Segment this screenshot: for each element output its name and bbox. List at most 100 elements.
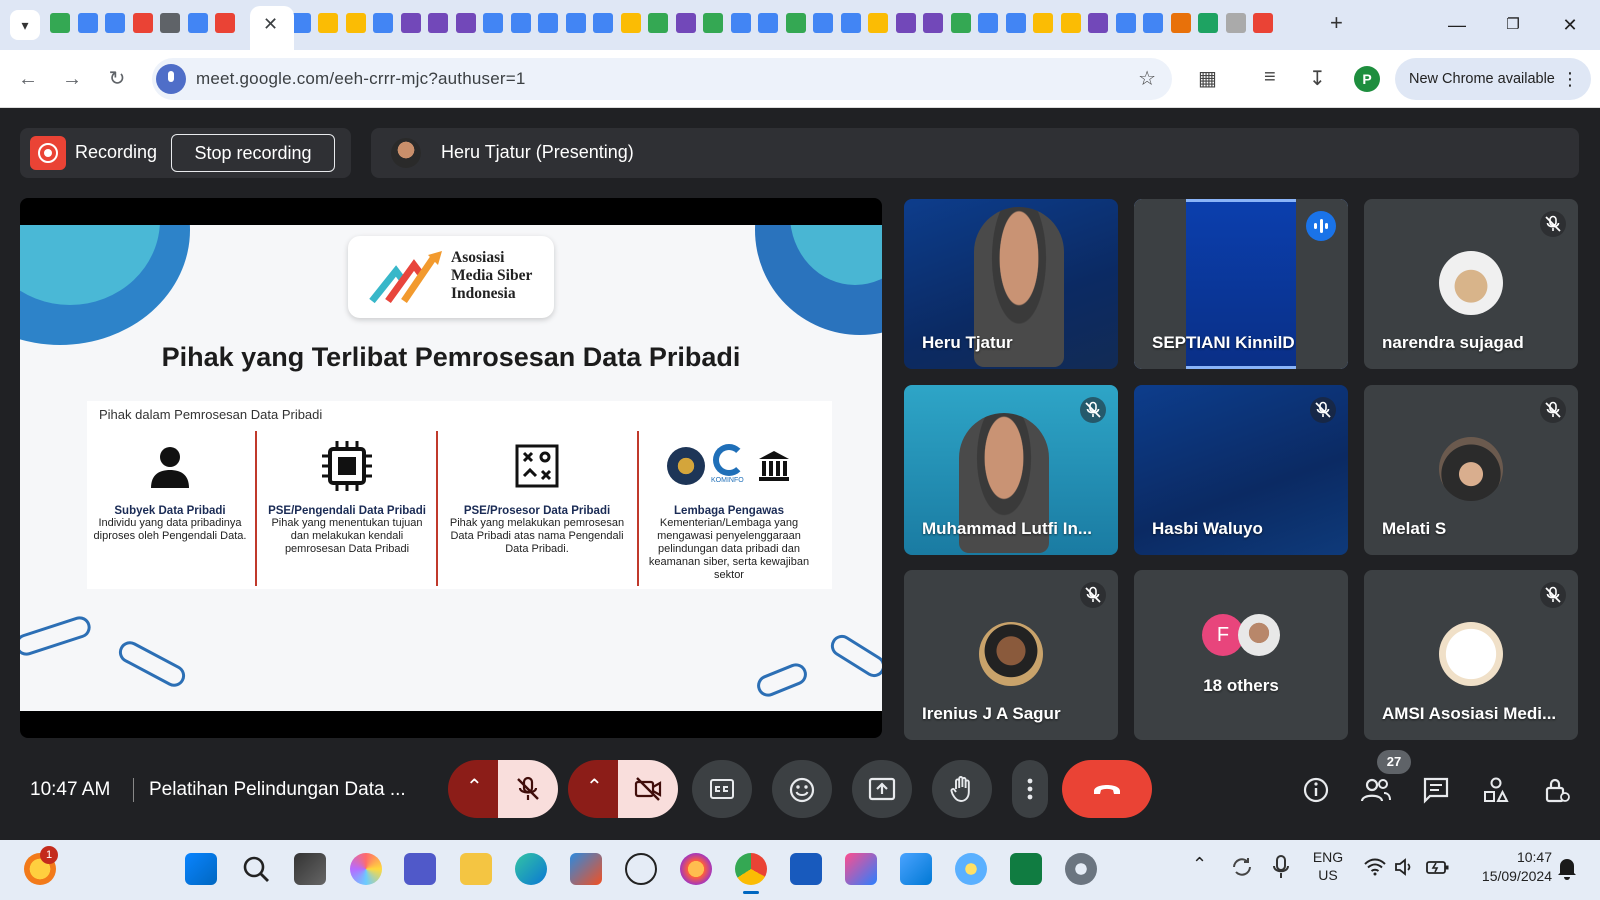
presentation-stage[interactable]: Asosiasi Media Siber Indonesia Pihak yan… — [20, 198, 882, 738]
tab-favicon[interactable] — [132, 13, 153, 33]
tab-favicon[interactable] — [160, 13, 180, 33]
tab-favicon[interactable] — [1088, 13, 1108, 33]
profile-avatar[interactable]: P — [1354, 66, 1380, 92]
teams-icon[interactable] — [404, 853, 436, 885]
start-icon[interactable] — [185, 853, 217, 885]
tab-favicon[interactable] — [868, 13, 888, 33]
downloads-icon[interactable]: ↧ — [1309, 66, 1326, 91]
tab-favicon[interactable] — [345, 13, 366, 33]
captions-button[interactable] — [692, 760, 752, 818]
battery-icon[interactable] — [1426, 858, 1450, 876]
tab-favicon[interactable] — [593, 13, 613, 33]
tab-favicon[interactable] — [648, 13, 668, 33]
participant-tile[interactable]: Hasbi Waluyo — [1134, 385, 1348, 555]
microsoft-store-icon[interactable] — [570, 853, 602, 885]
tab-favicon[interactable] — [620, 13, 641, 33]
participant-tile[interactable]: Melati S — [1364, 385, 1578, 555]
show-hidden-icons-icon[interactable]: ⌃ — [1192, 854, 1207, 875]
tab-favicon[interactable] — [77, 13, 98, 33]
media-controls-icon[interactable]: ≡ — [1264, 66, 1276, 89]
tab-favicon[interactable] — [1170, 13, 1191, 33]
participant-tile[interactable]: SEPTIANI KinnilD — [1134, 199, 1348, 369]
reload-button[interactable]: ↻ — [101, 63, 133, 95]
leave-call-button[interactable] — [1062, 760, 1152, 818]
microphone-toggle-button[interactable] — [498, 760, 558, 818]
tab-favicon[interactable] — [703, 13, 723, 33]
chat-icon[interactable] — [1422, 776, 1450, 804]
paint-icon[interactable] — [955, 853, 987, 885]
tab-favicon[interactable] — [895, 13, 916, 33]
tab-favicon[interactable] — [1005, 13, 1026, 33]
wifi-icon[interactable] — [1364, 858, 1386, 876]
chrome-icon[interactable] — [735, 853, 767, 894]
participant-tile[interactable]: F 18 others — [1134, 570, 1348, 740]
meeting-info-icon[interactable] — [1302, 776, 1330, 804]
more-options-button[interactable] — [1012, 760, 1048, 818]
tab-favicon[interactable] — [105, 13, 125, 33]
edge-icon[interactable] — [515, 853, 547, 885]
tab-favicon[interactable] — [187, 13, 208, 33]
volume-icon[interactable] — [1394, 857, 1414, 877]
new-tab-button[interactable]: + — [1330, 10, 1343, 36]
tab-favicon[interactable] — [373, 13, 393, 33]
tab-favicon[interactable] — [1198, 13, 1218, 33]
camera-toggle-button[interactable] — [618, 760, 678, 818]
reactions-button[interactable] — [772, 760, 832, 818]
tab-favicon[interactable] — [1060, 13, 1081, 33]
tab-favicon[interactable] — [565, 13, 586, 33]
tab-favicon[interactable] — [1033, 13, 1053, 33]
close-tab-icon[interactable]: ✕ — [263, 14, 278, 35]
snipping-tool-icon[interactable] — [845, 853, 877, 885]
tab-favicon[interactable] — [455, 13, 476, 33]
tab-favicon[interactable] — [318, 13, 338, 33]
participant-tile[interactable]: narendra sujagad — [1364, 199, 1578, 369]
video-options-button[interactable]: ⌃ — [568, 760, 618, 818]
photos-icon[interactable] — [900, 853, 932, 885]
tab-favicon[interactable] — [50, 13, 70, 33]
tab-favicon[interactable] — [1143, 13, 1163, 33]
close-window-button[interactable]: ✕ — [1550, 8, 1590, 42]
tab-favicon[interactable] — [510, 13, 531, 33]
tab-search-button[interactable]: ▾ — [10, 10, 40, 40]
mic-in-use-icon[interactable] — [156, 64, 186, 94]
present-screen-button[interactable] — [852, 760, 912, 818]
raise-hand-button[interactable] — [932, 760, 992, 818]
system-clock[interactable]: 10:47 15/09/2024 — [1462, 848, 1552, 886]
forward-button[interactable]: → — [56, 63, 88, 95]
chrome-update-button[interactable]: New Chrome available ⋮ — [1395, 58, 1591, 100]
tab-favicon[interactable] — [215, 13, 235, 33]
active-tab[interactable]: ✕ — [250, 6, 294, 50]
tab-favicon[interactable] — [400, 13, 421, 33]
back-button[interactable]: ← — [12, 63, 44, 95]
tab-favicon[interactable] — [923, 13, 943, 33]
audio-options-button[interactable]: ⌃ — [448, 760, 498, 818]
tab-favicon[interactable] — [840, 13, 861, 33]
activities-icon[interactable] — [1482, 776, 1510, 804]
word-icon[interactable] — [790, 853, 822, 885]
tab-favicon[interactable] — [785, 13, 806, 33]
notification-bell-icon[interactable] — [1556, 856, 1578, 880]
firefox-icon[interactable] — [680, 853, 712, 885]
tab-favicon[interactable] — [428, 13, 448, 33]
minimize-button[interactable]: — — [1437, 8, 1477, 42]
tab-favicon[interactable] — [730, 13, 751, 33]
people-icon[interactable] — [1360, 776, 1392, 804]
tab-favicon[interactable] — [1225, 13, 1246, 33]
extensions-icon[interactable]: ▦ — [1198, 66, 1217, 91]
participant-tile[interactable]: Muhammad Lutfi In... — [904, 385, 1118, 555]
address-bar[interactable]: meet.google.com/eeh-crrr-mjc?authuser=1 … — [152, 58, 1172, 100]
participant-tile[interactable]: Irenius J A Sagur — [904, 570, 1118, 740]
copilot-icon[interactable] — [350, 853, 382, 885]
sync-icon[interactable] — [1230, 855, 1254, 879]
tab-favicon[interactable] — [538, 13, 558, 33]
participant-tile[interactable]: Heru Tjatur — [904, 199, 1118, 369]
restore-button[interactable]: ❐ — [1493, 8, 1533, 42]
file-explorer-icon[interactable] — [460, 853, 492, 885]
excel-icon[interactable] — [1010, 853, 1042, 885]
stop-recording-button[interactable]: Stop recording — [171, 134, 335, 172]
participant-tile[interactable]: AMSI Asosiasi Medi... — [1364, 570, 1578, 740]
input-language[interactable]: ENG US — [1306, 848, 1350, 884]
tab-favicon[interactable] — [1253, 13, 1273, 33]
tab-favicon[interactable] — [978, 13, 998, 33]
dell-icon[interactable] — [625, 853, 657, 885]
